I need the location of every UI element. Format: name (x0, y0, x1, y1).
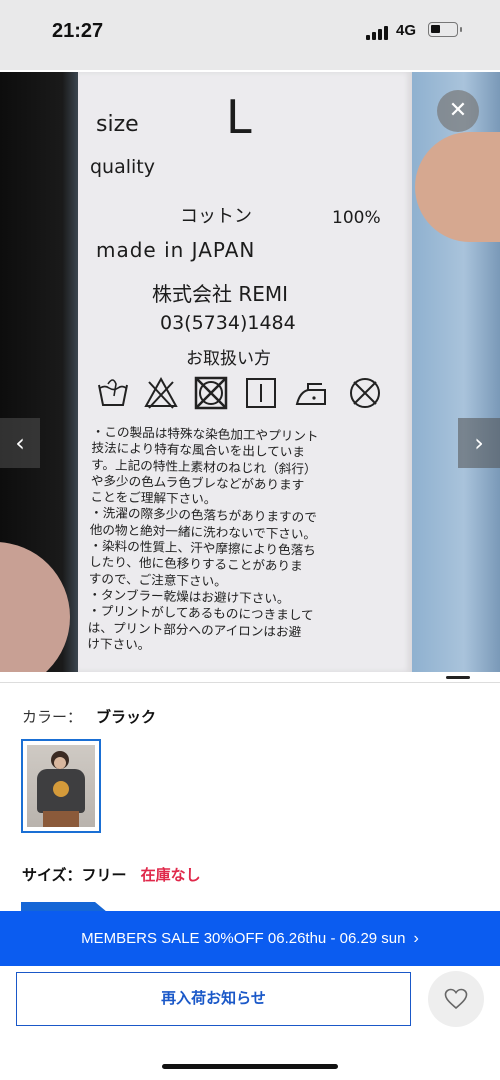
home-indicator (162, 1064, 338, 1069)
label-size-value: L (226, 90, 252, 144)
sale-banner[interactable]: MEMBERS SALE 30%OFF 06.26thu - 06.29 sun… (0, 911, 500, 966)
status-bar: 21:27 4G (0, 0, 500, 70)
signal-icon (366, 24, 390, 40)
heart-icon (444, 988, 468, 1010)
chevron-left-icon: ‹ (15, 429, 25, 457)
care-label: size L quality コットン 100% made in JAPAN 株… (78, 72, 412, 672)
label-phone: 03(5734)1484 (160, 312, 296, 334)
photo-indicator (446, 676, 470, 679)
favorite-button[interactable] (428, 971, 484, 1027)
product-photo[interactable]: size L quality コットン 100% made in JAPAN 株… (0, 72, 500, 672)
label-care-heading: お取扱い方 (186, 349, 271, 369)
size-row: サイズ：フリー 在庫なし (22, 864, 201, 885)
label-company: 株式会社 REMI (152, 282, 289, 306)
care-symbols (96, 376, 396, 416)
chevron-right-icon: › (413, 930, 419, 947)
line-dry-icon (244, 376, 278, 410)
label-percent: 100% (332, 208, 381, 228)
no-bleach-icon (144, 376, 178, 410)
label-quality-key: quality (90, 156, 155, 178)
color-value: ブラック (96, 709, 157, 726)
close-button[interactable]: ✕ (437, 90, 479, 132)
status-time: 21:27 (52, 20, 104, 42)
swatch-thumbnail (27, 745, 95, 827)
chevron-right-icon: › (474, 429, 484, 457)
battery-icon (428, 22, 462, 37)
prev-image-button[interactable]: ‹ (0, 418, 40, 468)
color-swatch-black[interactable] (21, 739, 101, 833)
close-icon: ✕ (448, 98, 468, 123)
no-dry-clean-icon (348, 376, 382, 410)
label-size-key: size (96, 112, 139, 137)
label-made-in: made in JAPAN (96, 238, 256, 262)
label-fiber: コットン (180, 206, 252, 227)
next-image-button[interactable]: › (458, 418, 500, 468)
network-type: 4G (396, 22, 417, 39)
sale-banner-text: MEMBERS SALE 30%OFF 06.26thu - 06.29 sun (81, 930, 406, 947)
color-row: カラー： ブラック (22, 706, 156, 727)
iron-icon (294, 376, 328, 410)
size-label: サイズ：フリー (22, 867, 127, 884)
restock-notify-button[interactable]: 再入荷お知らせ (16, 972, 411, 1026)
color-label: カラー： (22, 709, 83, 726)
stock-status: 在庫なし (140, 867, 201, 884)
divider (0, 682, 500, 683)
care-notes: ・この製品は特殊な染色加工やプリント 技法により特有な風合いを出していま す。上… (87, 424, 319, 653)
no-tumble-dry-icon (194, 376, 228, 410)
hand-wash-icon (96, 376, 130, 410)
